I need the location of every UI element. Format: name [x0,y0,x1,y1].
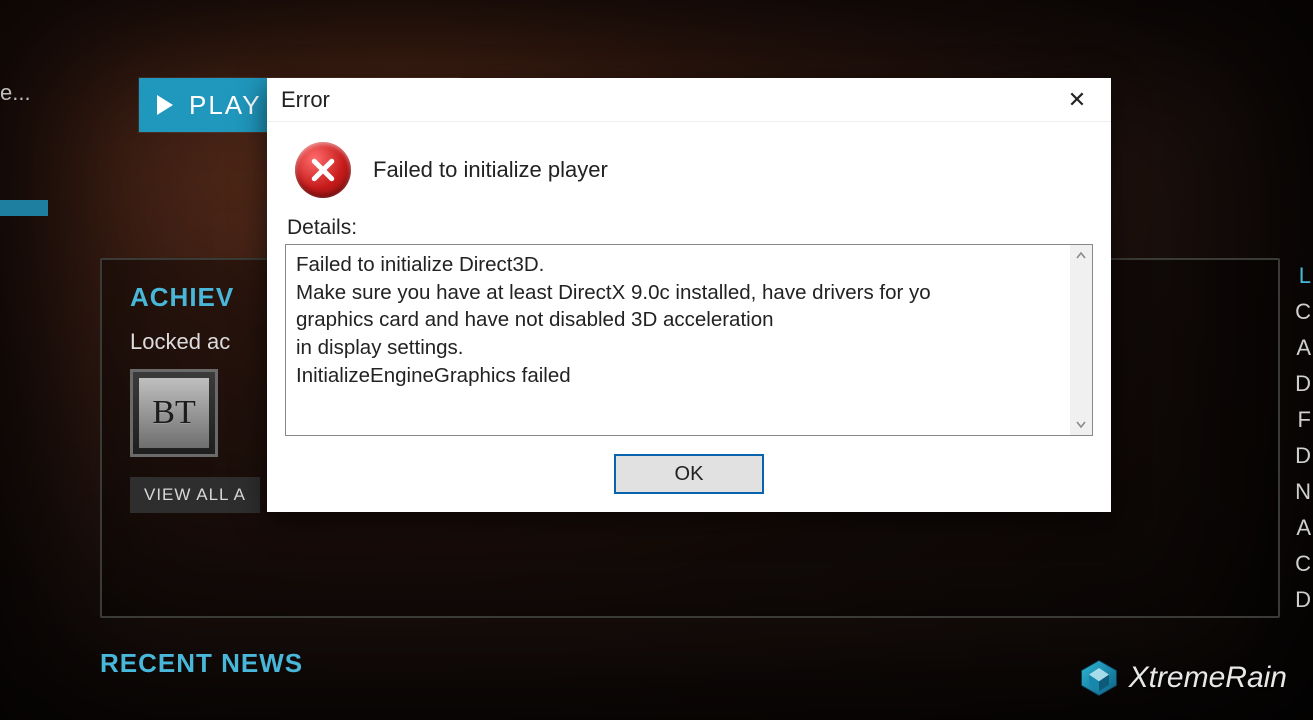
view-all-button[interactable]: VIEW ALL A [130,477,260,513]
close-icon: ✕ [1068,87,1086,113]
right-col-row: A [1293,330,1313,366]
right-column-fragment: L C A D F D N A C D [1293,258,1313,618]
right-col-row: D [1293,438,1313,474]
right-col-row: C [1293,546,1313,582]
details-label: Details: [287,216,1093,240]
right-col-header: L [1293,258,1313,294]
right-col-row: C [1293,294,1313,330]
details-line: in display settings. [296,334,1066,362]
details-textarea[interactable]: Failed to initialize Direct3D. Make sure… [285,244,1093,436]
x-mark-icon [308,155,338,185]
scrollbar[interactable] [1070,245,1092,435]
right-col-row: F [1293,402,1313,438]
dialog-button-row: OK [285,436,1093,494]
ok-button[interactable]: OK [614,454,764,494]
dialog-title: Error [281,87,330,113]
details-line: graphics card and have not disabled 3D a… [296,306,1066,334]
dialog-titlebar[interactable]: Error ✕ [267,78,1111,122]
recent-news-header: RECENT NEWS [100,648,303,679]
right-col-row: D [1293,366,1313,402]
right-col-row: N [1293,474,1313,510]
right-col-row: A [1293,510,1313,546]
play-icon [157,95,173,115]
details-line: Failed to initialize Direct3D. [296,251,1066,279]
dialog-message: Failed to initialize player [373,157,608,183]
left-edge-fragment: e... [0,80,31,106]
right-col-row: D [1293,582,1313,618]
accent-strip [0,200,48,216]
error-icon [295,142,351,198]
details-line: Make sure you have at least DirectX 9.0c… [296,279,1066,307]
error-dialog: Error ✕ Failed to initialize player Deta… [267,78,1111,512]
dialog-message-row: Failed to initialize player [285,136,1093,214]
achievement-tile-label: BT [152,394,195,432]
watermark: XtremeRain [1079,658,1287,698]
watermark-logo-icon [1079,658,1119,698]
scroll-up-icon[interactable] [1070,245,1092,267]
dialog-body: Failed to initialize player Details: Fai… [267,122,1111,512]
close-button[interactable]: ✕ [1057,82,1097,118]
scroll-down-icon[interactable] [1070,413,1092,435]
watermark-text: XtremeRain [1129,661,1287,695]
achievement-tile[interactable]: BT [130,369,218,457]
play-button-label: PLAY [189,90,262,121]
details-line: InitializeEngineGraphics failed [296,362,1066,390]
